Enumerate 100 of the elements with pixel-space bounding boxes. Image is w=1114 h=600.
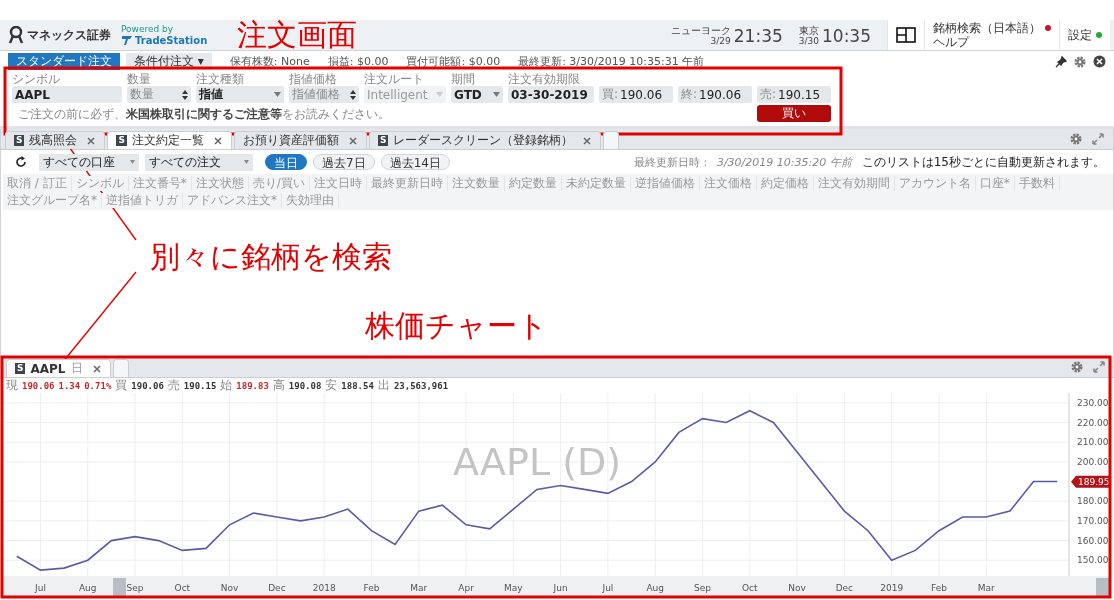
field-label: 注文有効期限 bbox=[508, 72, 581, 86]
dropdown[interactable]: 指値 bbox=[196, 86, 284, 103]
expand-icon[interactable] bbox=[1092, 360, 1106, 374]
account-info: 買付可能額: $0.00 bbox=[406, 54, 501, 69]
axis-label: Feb bbox=[931, 583, 947, 593]
quote-value: 190.08 bbox=[288, 380, 322, 391]
field-label: 期間 bbox=[451, 72, 476, 86]
scroll-handle[interactable] bbox=[1096, 578, 1109, 596]
field-label: 注文種類 bbox=[196, 72, 245, 86]
column-header[interactable]: 逆指値トリガ bbox=[102, 193, 183, 208]
quote-box: 売: 190.15 bbox=[757, 86, 831, 103]
filter-dropdown[interactable]: すべての注文 bbox=[145, 153, 253, 171]
clock-date: 3/30 bbox=[798, 35, 819, 46]
period-button[interactable]: 過去7日 bbox=[313, 154, 375, 170]
close-icon[interactable] bbox=[582, 135, 593, 146]
quote-label: 現 bbox=[6, 377, 18, 394]
field-label: 注文ルート bbox=[364, 72, 425, 86]
clock-time: 10:35 bbox=[822, 25, 871, 46]
filter-dropdown[interactable]: すべての口座 bbox=[39, 153, 139, 171]
price-tag: 189.95 bbox=[1071, 475, 1110, 488]
account-info: 最終更新: 3/30/2019 10:35:31 午前 bbox=[518, 54, 705, 69]
axis-label: Dec bbox=[268, 583, 286, 593]
spin-arrows-icon bbox=[350, 89, 356, 100]
powered-by-text: Powered by bbox=[121, 24, 175, 34]
settings-link[interactable]: 設定 bbox=[1068, 28, 1092, 42]
spin-arrows-icon bbox=[182, 89, 188, 100]
axis-label: 180.00 bbox=[1077, 496, 1109, 507]
refresh-icon[interactable] bbox=[15, 156, 27, 168]
axis-label: 160.00 bbox=[1077, 535, 1109, 546]
spinner-field[interactable]: 指値価格 bbox=[289, 86, 359, 103]
quote-box: 終: 190.06 bbox=[678, 86, 752, 103]
panel-tab[interactable]: S 残高照会 bbox=[5, 131, 106, 149]
panel-tab[interactable]: S 注文約定一覧 bbox=[107, 131, 232, 149]
axis-label: Oct bbox=[174, 583, 191, 593]
axis-label: 220.00 bbox=[1077, 417, 1109, 428]
account-info: 損益: $0.00 bbox=[327, 54, 389, 69]
axis-label: Dec bbox=[835, 583, 854, 593]
spinner-field[interactable]: 数量 bbox=[127, 86, 191, 103]
interval-label: 日 bbox=[70, 360, 83, 377]
dropdown[interactable]: GTD bbox=[451, 86, 503, 103]
expand-icon[interactable] bbox=[1091, 132, 1105, 146]
notice-text: ご注文の前に必ず、米国株取引に関するご注意等をお読みください。 bbox=[17, 106, 391, 123]
help-link[interactable]: ヘルプ bbox=[933, 35, 969, 49]
axis-label: Jul bbox=[602, 583, 614, 593]
close-icon[interactable] bbox=[91, 363, 102, 374]
tab-label: 残高照会 bbox=[29, 132, 78, 149]
annotation-label: 注文画面 bbox=[237, 20, 357, 50]
quote-value: 190.06 bbox=[22, 380, 55, 391]
auto-refresh-note: このリストは15秒ごとに自動更新されます。 bbox=[861, 153, 1105, 171]
field-label: シンボル bbox=[12, 72, 61, 86]
buy-button[interactable]: 買い bbox=[757, 105, 831, 122]
settings-icon[interactable] bbox=[1069, 132, 1083, 146]
panel-tab[interactable]: S レーダースクリーン（登録銘柄） bbox=[368, 131, 602, 149]
caret-icon bbox=[493, 92, 500, 97]
dropdown: Intelligent bbox=[364, 86, 446, 103]
tab-label: AAPL bbox=[30, 361, 66, 376]
period-button[interactable]: 過去14日 bbox=[380, 154, 450, 170]
chart-title: AAPL (D) bbox=[452, 440, 622, 484]
quote-label: 買 bbox=[115, 377, 128, 394]
input-field[interactable]: AAPL bbox=[12, 86, 122, 103]
symbol-badge: S bbox=[116, 135, 127, 146]
period-button[interactable]: 当日 bbox=[265, 154, 307, 170]
quote-value: 189.83 bbox=[236, 380, 269, 391]
clock-time: 21:35 bbox=[733, 25, 783, 46]
input-field[interactable]: 03-30-2019 bbox=[508, 86, 594, 103]
field-label: 指値価格 bbox=[289, 72, 338, 86]
scroll-handle[interactable] bbox=[113, 578, 126, 596]
chart-tab[interactable]: S AAPL 日 bbox=[6, 359, 111, 377]
axis-label: Nov bbox=[220, 583, 239, 593]
quote-box: 買: 190.06 bbox=[599, 86, 673, 103]
axis-label: Aug bbox=[78, 583, 97, 593]
close-icon[interactable] bbox=[347, 135, 358, 146]
quote-value: 190.15 bbox=[183, 380, 217, 391]
ts-icon bbox=[121, 34, 133, 46]
layout-icon[interactable] bbox=[896, 27, 916, 43]
symbol-badge: S bbox=[14, 135, 25, 146]
panel-tab[interactable]: お預り資産評価額 bbox=[233, 131, 367, 149]
last-updated-label: 最終更新日時： bbox=[633, 154, 711, 170]
quote-label: 出 bbox=[377, 377, 390, 394]
axis-label: 230.00 bbox=[1077, 397, 1109, 408]
tab-label: お預り資産評価額 bbox=[242, 132, 339, 149]
settings-icon[interactable] bbox=[1070, 360, 1084, 374]
axis-label: May bbox=[504, 583, 523, 593]
settings-icon[interactable] bbox=[1073, 54, 1087, 69]
clock-city: ニューヨーク bbox=[670, 24, 731, 36]
axis-label: 2018 bbox=[312, 583, 336, 593]
annotation-label: 別々に銘柄を検索 bbox=[150, 242, 392, 272]
pin-icon[interactable] bbox=[1055, 55, 1067, 68]
axis-label: 150.00 bbox=[1077, 555, 1109, 566]
quote-value: 0.71% bbox=[84, 380, 112, 391]
quote-label: 売 bbox=[167, 377, 180, 394]
axis-label: Apr bbox=[458, 583, 474, 593]
close-icon[interactable] bbox=[1093, 55, 1106, 68]
close-icon[interactable] bbox=[86, 135, 97, 146]
axis-label: Feb bbox=[363, 583, 380, 593]
quote-value: 188.54 bbox=[341, 380, 374, 391]
quote-label: 安 bbox=[325, 377, 338, 394]
symbol-search-link[interactable]: 銘柄検索（日本語） bbox=[933, 21, 1041, 35]
close-icon[interactable] bbox=[212, 135, 223, 146]
symbol-badge: S bbox=[15, 363, 26, 374]
